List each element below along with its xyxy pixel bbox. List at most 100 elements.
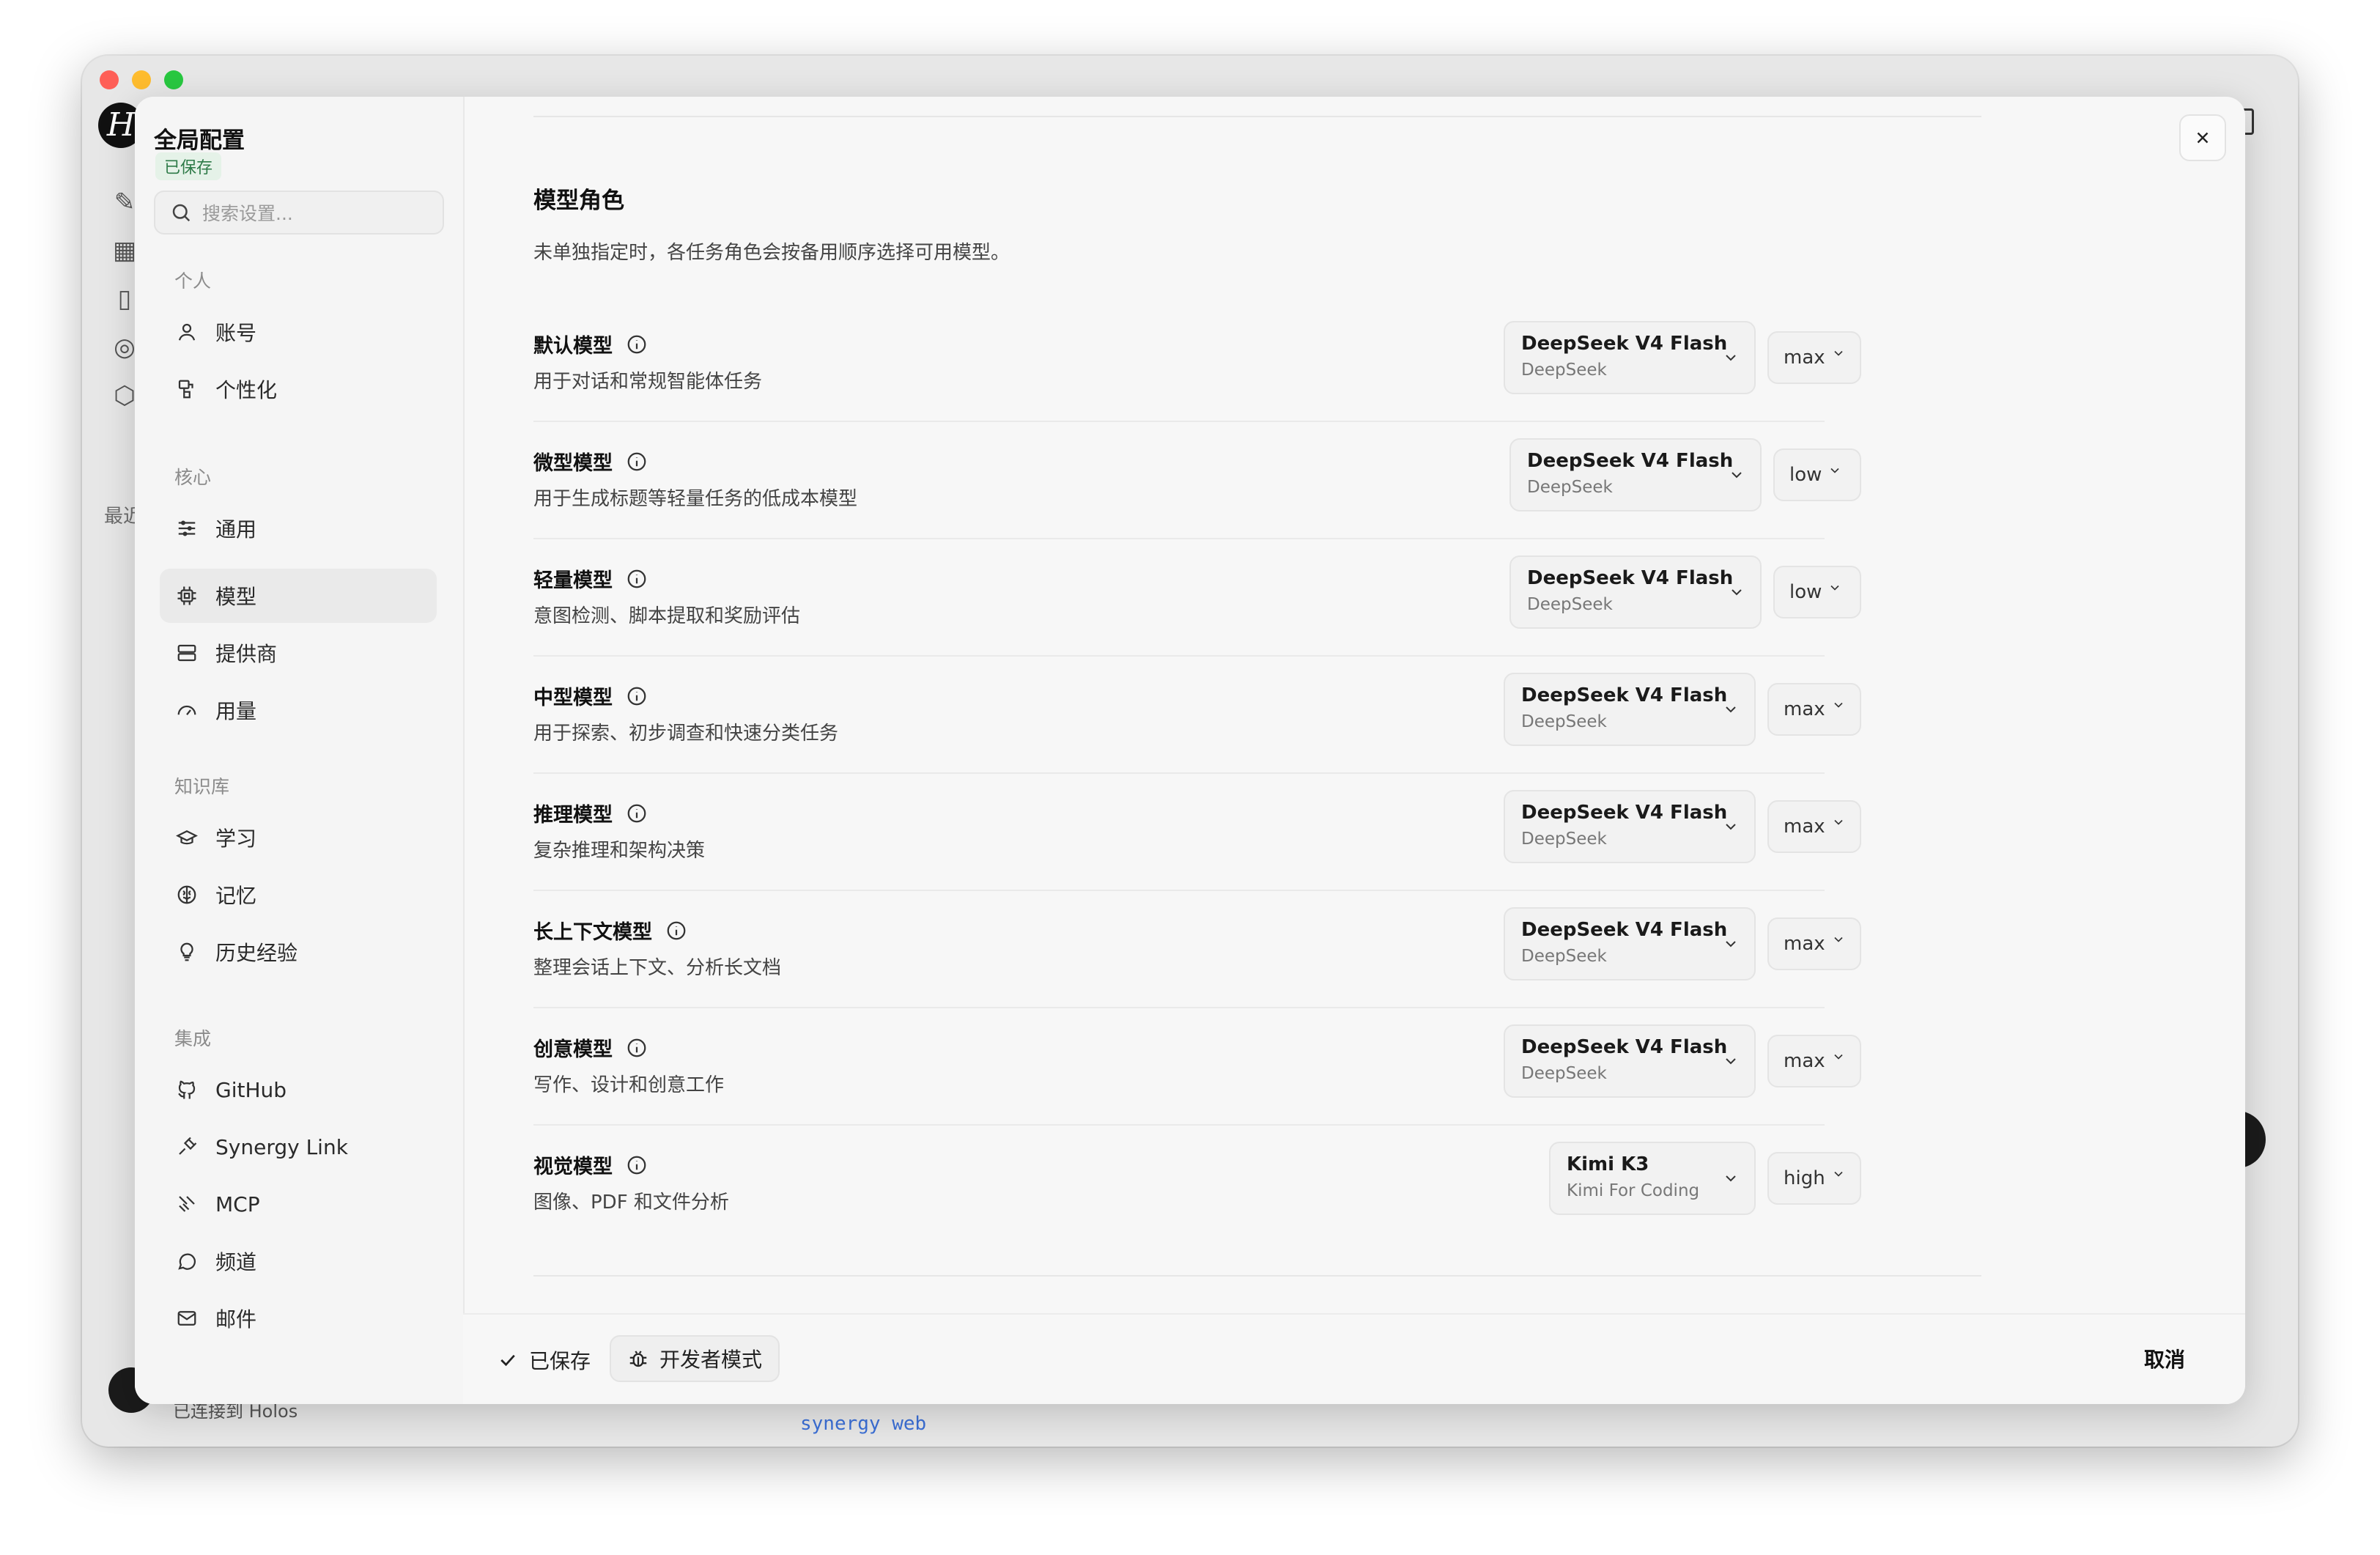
role-description: 写作、设计和创意工作: [533, 1074, 725, 1096]
effort-select[interactable]: max: [1767, 683, 1861, 736]
model-name: DeepSeek V4 Flash: [1521, 802, 1728, 824]
model-name: DeepSeek V4 Flash: [1521, 919, 1728, 941]
model-name: DeepSeek V4 Flash: [1527, 450, 1734, 472]
sidebar-item-mail[interactable]: 邮件: [160, 1291, 437, 1345]
model-provider: DeepSeek: [1527, 478, 1613, 497]
info-icon[interactable]: [626, 802, 648, 824]
role-name: 默认模型: [533, 330, 648, 358]
settings-sidebar: 全局配置 已保存 搜索设置... 个人 账号 个性化 核心 通用 模型 提供商: [135, 97, 465, 1404]
sidebar-item-personalization[interactable]: 个性化: [160, 362, 437, 416]
effort-select[interactable]: max: [1767, 800, 1861, 853]
code-snippet: synergy web: [800, 1413, 927, 1435]
calendar-icon[interactable]: ▦: [113, 236, 136, 265]
effort-value: low: [1789, 464, 1822, 486]
chevron-down-icon: [1726, 824, 1736, 830]
sidebar-item-models[interactable]: 模型: [160, 569, 437, 623]
effort-value: max: [1784, 347, 1825, 369]
graduation-cap-icon: [174, 825, 199, 850]
model-provider: DeepSeek: [1521, 830, 1607, 849]
model-select[interactable]: DeepSeek V4 Flash DeepSeek: [1504, 790, 1756, 863]
zoom-window-button[interactable]: [164, 70, 183, 89]
info-icon[interactable]: [626, 1037, 648, 1059]
effort-select[interactable]: max: [1767, 917, 1861, 970]
sidebar-item-usage[interactable]: 用量: [160, 683, 437, 737]
chevron-down-icon: [1726, 1058, 1736, 1065]
close-button[interactable]: [2179, 114, 2226, 161]
role-row-long-context: 长上下文模型 整理会话上下文、分析长文档 DeepSeek V4 Flash D…: [533, 893, 1861, 1008]
target-icon[interactable]: ◎: [114, 333, 136, 362]
role-row-creative: 创意模型 写作、设计和创意工作 DeepSeek V4 Flash DeepSe…: [533, 1010, 1861, 1126]
model-select[interactable]: DeepSeek V4 Flash DeepSeek: [1504, 673, 1756, 746]
group-personal: 个人: [174, 270, 212, 292]
bug-icon: [629, 1351, 647, 1367]
role-description: 图像、PDF 和文件分析: [533, 1192, 729, 1214]
cancel-button[interactable]: 取消: [2144, 1344, 2185, 1373]
effort-select[interactable]: max: [1767, 1035, 1861, 1087]
role-description: 意图检测、脚本提取和奖励评估: [533, 605, 801, 627]
model-select[interactable]: DeepSeek V4 Flash DeepSeek: [1509, 555, 1762, 629]
effort-select[interactable]: max: [1767, 331, 1861, 384]
effort-select[interactable]: low: [1773, 448, 1861, 501]
group-core: 核心: [174, 467, 212, 488]
model-name: DeepSeek V4 Flash: [1521, 333, 1728, 355]
model-select[interactable]: Kimi K3 Kimi For Coding: [1549, 1142, 1756, 1215]
info-icon[interactable]: [626, 568, 648, 590]
sidebar-item-label: 账号: [215, 321, 257, 345]
model-select[interactable]: DeepSeek V4 Flash DeepSeek: [1504, 1024, 1756, 1098]
info-icon[interactable]: [665, 920, 687, 942]
sidebar-item-mcp[interactable]: MCP: [160, 1177, 437, 1231]
settings-search-input[interactable]: 搜索设置...: [154, 191, 444, 234]
sidebar-item-history[interactable]: 历史经验: [160, 925, 437, 979]
model-select[interactable]: DeepSeek V4 Flash DeepSeek: [1504, 321, 1756, 394]
chevron-down-icon: [1726, 1175, 1736, 1182]
group-integrations: 集成: [174, 1028, 212, 1049]
model-select[interactable]: DeepSeek V4 Flash DeepSeek: [1509, 438, 1762, 511]
cube-icon[interactable]: ⬡: [114, 381, 136, 410]
developer-mode-button[interactable]: 开发者模式: [610, 1335, 780, 1382]
info-icon[interactable]: [626, 1154, 648, 1176]
effort-value: high: [1784, 1167, 1825, 1189]
plug-icon: [174, 1134, 199, 1159]
role-description: 整理会话上下文、分析长文档: [533, 957, 782, 979]
sidebar-item-account[interactable]: 账号: [160, 305, 437, 359]
role-name: 微型模型: [533, 447, 648, 476]
role-row-default: 默认模型 用于对话和常规智能体任务 DeepSeek V4 Flash Deep…: [533, 306, 1861, 422]
model-provider: DeepSeek: [1521, 947, 1607, 966]
close-window-button[interactable]: [100, 70, 119, 89]
info-icon[interactable]: [626, 451, 648, 473]
role-row-light: 轻量模型 意图检测、脚本提取和奖励评估 DeepSeek V4 Flash De…: [533, 541, 1861, 657]
saved-badge: 已保存: [155, 152, 222, 180]
effort-select[interactable]: low: [1773, 566, 1861, 618]
sidebar-item-label: 历史经验: [215, 941, 298, 965]
window-controls: [100, 70, 183, 89]
info-icon[interactable]: [626, 685, 648, 707]
model-select[interactable]: DeepSeek V4 Flash DeepSeek: [1504, 907, 1756, 980]
chevron-down-icon: [1834, 819, 1843, 825]
sidebar-item-channels[interactable]: 频道: [160, 1234, 437, 1288]
effort-select[interactable]: high: [1767, 1152, 1861, 1205]
chevron-down-icon: [1834, 937, 1843, 942]
sidebar-item-memory[interactable]: 记忆: [160, 868, 437, 922]
sidebar-item-github[interactable]: GitHub: [160, 1063, 437, 1117]
sidebar-item-providers[interactable]: 提供商: [160, 626, 437, 680]
model-name: DeepSeek V4 Flash: [1521, 1036, 1728, 1058]
book-icon[interactable]: ▯: [118, 284, 132, 314]
info-icon[interactable]: [626, 333, 648, 355]
role-description: 用于生成标题等轻量任务的低成本模型: [533, 488, 858, 510]
role-description: 复杂推理和架构决策: [533, 840, 706, 862]
top-divider: [533, 116, 1981, 117]
sidebar-item-learning[interactable]: 学习: [160, 810, 437, 865]
mail-icon: [174, 1306, 199, 1331]
minimize-window-button[interactable]: [132, 70, 151, 89]
edit-icon[interactable]: ✎: [114, 188, 136, 217]
group-knowledge: 知识库: [174, 776, 230, 797]
sidebar-item-general[interactable]: 通用: [160, 501, 437, 555]
role-name: 推理模型: [533, 799, 648, 827]
sidebar-item-synergy-link[interactable]: Synergy Link: [160, 1120, 437, 1174]
chevron-down-icon: [1834, 702, 1843, 708]
sidebar-item-label: 频道: [215, 1250, 257, 1274]
effort-value: max: [1784, 933, 1825, 955]
gauge-icon: [174, 698, 199, 723]
chevron-down-icon: [1834, 350, 1843, 356]
server-icon: [174, 640, 199, 665]
